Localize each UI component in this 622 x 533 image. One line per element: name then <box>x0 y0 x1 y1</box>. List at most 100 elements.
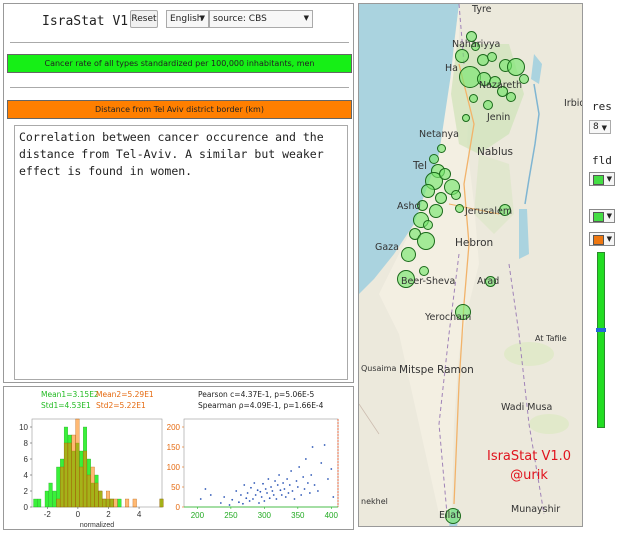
map-marker[interactable] <box>419 266 429 276</box>
threshold-slider[interactable] <box>596 252 606 428</box>
histogram-bar-series2 <box>60 466 65 508</box>
histogram-bar-series2 <box>159 498 164 508</box>
scatter-point <box>267 478 270 480</box>
map-label-nekhel: nekhel <box>361 497 388 506</box>
language-dropdown[interactable]: English ▼ <box>166 10 209 28</box>
map-label-wadimusa: Wadi Musa <box>501 402 553 413</box>
variable2-bar[interactable]: Distance from Tel Aviv district border (… <box>7 100 352 119</box>
map-label-mitspe: Mitspe Ramon <box>399 364 474 376</box>
map-marker[interactable] <box>469 94 478 103</box>
scatter-point <box>264 488 267 490</box>
histogram-bar-series2 <box>90 466 95 508</box>
histogram-bar-series2 <box>83 450 88 508</box>
map-marker[interactable] <box>401 247 416 262</box>
right-y-tick-label: 150 <box>167 443 181 452</box>
caret-down-icon: ▼ <box>606 235 612 243</box>
scatter-point <box>199 498 202 500</box>
map-marker[interactable] <box>417 232 435 250</box>
map-label-tyre: Tyre <box>472 4 492 15</box>
map-marker[interactable] <box>439 168 451 180</box>
map-marker[interactable] <box>429 154 439 164</box>
scatter-point <box>296 486 299 488</box>
map-marker[interactable] <box>455 49 469 63</box>
scatter-point <box>262 482 264 485</box>
map-marker[interactable] <box>455 204 464 213</box>
map-view[interactable]: Tyre Nahariyya Ha Nazareth Irbid Jenin N… <box>358 3 583 527</box>
scatter-point <box>327 478 329 480</box>
scatter-point <box>223 496 226 498</box>
scatter-point <box>313 484 316 486</box>
map-label-qusaima: Qusaima <box>361 364 397 373</box>
stat-pearson: Pearson c=4.37E-1, p=5.06E-5 <box>198 390 315 399</box>
histogram-bar-series2 <box>106 490 110 508</box>
map-label-arad: Arad <box>477 276 500 287</box>
histogram-bar-series2 <box>67 442 72 508</box>
field1-dropdown[interactable]: ▼ <box>589 172 615 186</box>
res-dropdown[interactable]: 8 ▼ <box>589 120 611 134</box>
map-marker[interactable] <box>487 52 497 62</box>
scatter-point <box>304 458 307 460</box>
scatter-point <box>282 482 284 484</box>
histogram-bar-series2 <box>98 490 103 508</box>
reset-button[interactable]: Reset <box>130 10 158 28</box>
map-marker[interactable] <box>435 192 447 204</box>
map-label-jenin: Jenin <box>487 112 511 123</box>
map-label-yerocham: Yerocham <box>425 312 472 323</box>
map-marker[interactable] <box>483 100 493 110</box>
map-marker[interactable] <box>437 144 446 153</box>
field3-dropdown[interactable]: ▼ <box>589 232 615 246</box>
y-tick-label: 10 <box>19 423 28 432</box>
y-tick-label: 4 <box>24 471 29 480</box>
scatter-point <box>250 486 252 489</box>
map-marker[interactable] <box>462 114 470 122</box>
map-marker[interactable] <box>423 220 433 230</box>
app-title: IsraStat V1.0 <box>42 14 144 29</box>
res-label: res <box>592 100 612 113</box>
map-marker[interactable] <box>506 92 516 102</box>
x-tick-label: -2 <box>44 510 52 519</box>
histogram-bar-series2 <box>63 442 68 508</box>
slider-thumb[interactable] <box>596 328 606 333</box>
scatter-point <box>290 470 293 472</box>
field2-dropdown[interactable]: ▼ <box>589 209 615 223</box>
map-marker[interactable] <box>421 184 435 198</box>
y-tick-label: 6 <box>24 455 29 464</box>
map-label-nahariyya: Nahariyya <box>452 39 501 50</box>
scatter-point <box>320 462 323 464</box>
map-label-nazareth: Nazareth <box>479 80 523 91</box>
scatter-point <box>243 484 246 486</box>
y-tick-label: 8 <box>24 439 29 448</box>
histogram-bar-series2 <box>75 418 80 508</box>
watermark-author: @urik <box>510 468 548 483</box>
variable1-bar[interactable]: Cancer rate of all types standardized pe… <box>7 54 352 73</box>
scatter-point <box>308 492 311 494</box>
scatter-point <box>300 494 303 496</box>
scatter-point <box>209 494 212 496</box>
map-marker[interactable] <box>429 204 443 218</box>
histogram-bar-series2 <box>94 482 99 508</box>
map-marker[interactable] <box>451 190 461 200</box>
y-tick-label: 0 <box>24 503 29 512</box>
scatter-point <box>306 482 309 484</box>
scatter-x-tick-label: 250 <box>224 511 238 520</box>
charts-svg: 0 2 4 6 8 10 -2 0 2 4 normalized 0 50 100 150 200 200 250… <box>19 418 339 529</box>
scatter-point <box>286 478 289 480</box>
caret-down-icon: ▼ <box>606 175 612 183</box>
scatter-x-tick-label: 300 <box>258 511 272 520</box>
scatter-x-tick-label: 200 <box>191 511 205 520</box>
source-dropdown[interactable]: source: CBS ▼ <box>209 10 313 28</box>
caret-down-icon: ▼ <box>303 14 309 22</box>
stat-spearman: Spearman ρ=4.09E-1, p=1.66E-4 <box>198 401 324 410</box>
scatter-point <box>260 496 263 498</box>
res-value: 8 <box>593 122 599 132</box>
stat-std1: Std1=4.53E1 <box>41 401 91 410</box>
stat-std2: Std2=5.22E1 <box>96 401 146 410</box>
scatter-point <box>235 490 238 492</box>
scatter-x-tick-label: 400 <box>325 511 339 520</box>
charts-panel: Mean1=3.15E2 Mean2=5.29E1 Std1=4.53E1 St… <box>3 386 354 530</box>
scatter-point <box>302 476 305 478</box>
scatter-point <box>238 501 240 504</box>
x-tick-label: 4 <box>137 510 142 519</box>
description-textbox[interactable]: Correlation between cancer occurence and… <box>14 125 348 380</box>
scatter-point <box>295 480 298 482</box>
